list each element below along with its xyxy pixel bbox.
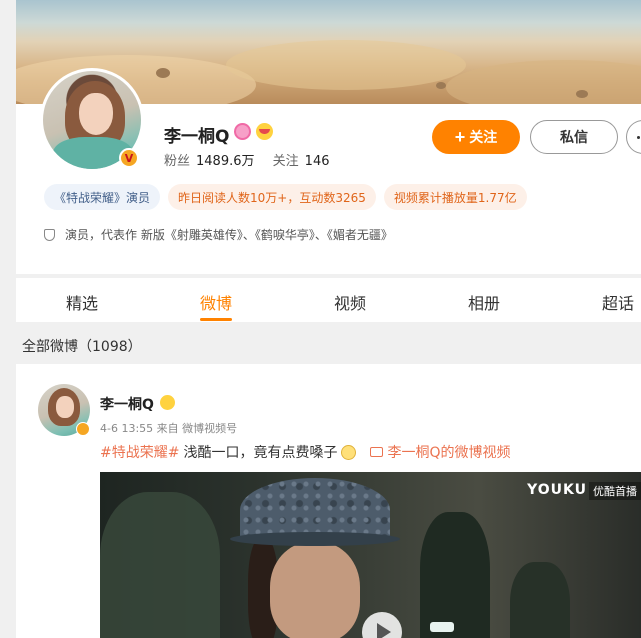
more-dots-icon[interactable] [626,120,641,154]
tab-videos[interactable]: 视频 [334,290,366,314]
profile-tags: 《特战荣耀》演员 昨日阅读人数10万+，互动数3265 视频累计播放量1.77亿 [44,184,527,210]
post-time[interactable]: 4-6 13:55 [100,422,153,435]
follow-button[interactable]: + 关注 [432,120,520,154]
video-scene-figure [420,512,490,638]
follow-button-label: 关注 [469,129,498,145]
youku-watermark: YOUKU [527,482,587,498]
weibo-post-card: 李一桐Q 4-6 13:55 来自 微博视频号 #特战荣耀# 浅酷一口，竟有点费… [16,364,641,638]
tab-featured[interactable]: 精选 [66,290,98,314]
sand-dune [226,40,466,90]
profile-stats: 粉丝 1489.6万 关注 146 [164,150,344,169]
profile-name: 李一桐Q [164,127,230,147]
profile-card: V 李一桐Q 粉丝 1489.6万 关注 146 + 关注 私信 《特战荣耀》演员 … [16,68,641,274]
video-scene-light [430,622,454,632]
post-text: #特战荣耀# 浅酷一口，竟有点费嗓子 李一桐Q的微博视频 [100,442,511,462]
post-video-player[interactable]: YOUKU 优酷首播 [100,472,641,638]
play-icon[interactable] [362,612,402,638]
verified-badge-icon: V [119,148,139,168]
youku-premiere-tag: 优酷首播 [589,482,641,500]
sand-dune [446,60,641,104]
tab-super-topic[interactable]: 超话 [602,290,634,314]
profile-tabs: 精选 微博 视频 相册 超话 [16,278,641,322]
fans-count[interactable]: 1489.6万 [196,154,255,169]
verified-badge-icon [76,422,90,436]
video-plays-tag[interactable]: 视频累计播放量1.77亿 [383,184,527,210]
message-button-label: 私信 [560,129,588,145]
following-count[interactable]: 146 [305,154,330,169]
post-count-label: 全部微博（1098） [22,339,142,355]
description-text: 演员，代表作 新版《射雕英雄传》、《鹤唳华亭》、《媚者无疆》 [65,228,393,242]
weibo-profile-page: V 李一桐Q 粉丝 1489.6万 关注 146 + 关注 私信 《特战荣耀》演员 … [0,0,641,638]
reading-stats-tag[interactable]: 昨日阅读人数10万+，互动数3265 [168,184,376,210]
profile-description: 演员，代表作 新版《射雕英雄传》、《鹤唳华亭》、《媚者无疆》 [44,226,393,243]
video-scene-visor [230,532,400,546]
post-meta: 4-6 13:55 来自 微博视频号 [100,420,237,436]
fan-emoji-icon[interactable] [160,395,175,410]
active-tab-indicator [200,318,232,321]
level-icon[interactable] [234,123,251,140]
stone [436,82,446,89]
post-source: 来自 微博视频号 [156,422,238,435]
stone [156,68,170,78]
stone [576,90,588,98]
video-scene-figure [100,492,220,638]
tab-weibo[interactable]: 微博 [200,290,232,314]
message-button[interactable]: 私信 [530,120,618,154]
video-link[interactable]: 李一桐Q的微博视频 [387,442,510,462]
video-icon [370,447,384,457]
role-tag[interactable]: 《特战荣耀》演员 [44,184,161,210]
avatar-face [79,93,113,135]
video-scene-figure [510,562,570,638]
post-author-name[interactable]: 李一桐Q [100,394,154,414]
video-scene-face [270,542,360,638]
avatar-face [56,396,74,418]
following-label[interactable]: 关注 [273,154,299,169]
tab-album[interactable]: 相册 [468,290,500,314]
post-body-text: 浅酷一口，竟有点费嗓子 [183,445,338,461]
plus-icon: + [454,127,466,147]
fans-label[interactable]: 粉丝 [164,154,190,169]
fan-emoji-icon[interactable] [256,123,273,140]
post-hashtag[interactable]: #特战荣耀# [100,442,179,462]
emoji-icon [341,444,357,460]
shield-icon [44,228,55,241]
